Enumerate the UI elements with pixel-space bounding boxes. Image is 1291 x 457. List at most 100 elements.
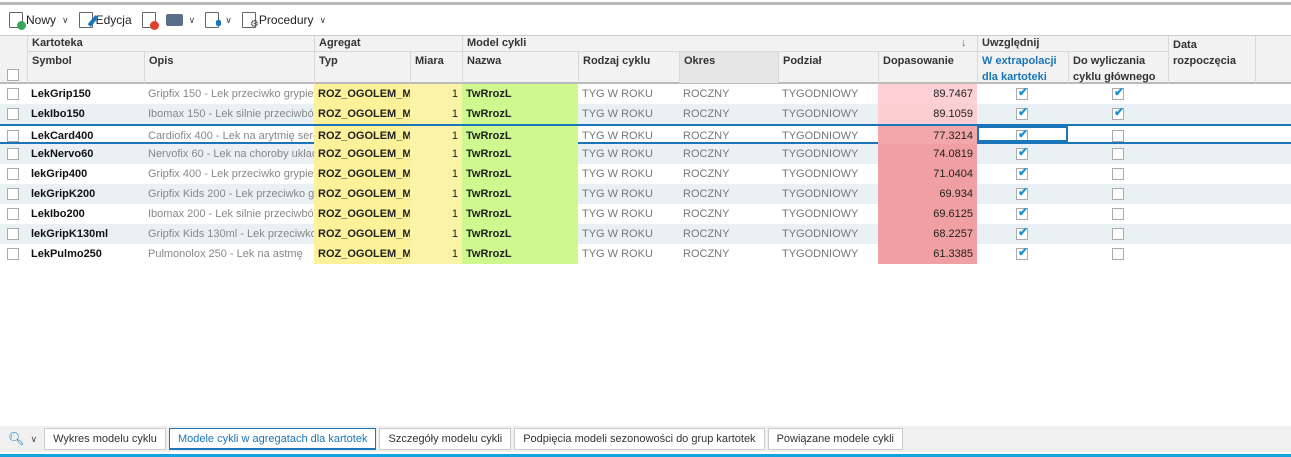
row-checkbox[interactable] bbox=[7, 188, 19, 200]
toolbar: Nowy ∨ Edycja ∨ ∨ ⚙ Procedury ∨ bbox=[0, 8, 329, 32]
cell-typ: ROZ_OGOLEM_MA bbox=[314, 224, 410, 244]
chevron-down-icon[interactable]: ∨ bbox=[320, 15, 327, 26]
cell-dopasowanie: 69.6125 bbox=[878, 204, 977, 224]
table-row[interactable]: LekNervo60 Nervofix 60 - Lek na choroby u… bbox=[0, 144, 1291, 164]
cell-nazwa: TwRrozL bbox=[462, 244, 578, 264]
tab-3[interactable]: Podpięcia modeli sezonowości do grup kar… bbox=[514, 428, 765, 450]
main-cycle-checkbox[interactable] bbox=[1112, 85, 1124, 100]
col-symbol[interactable]: Symbol bbox=[27, 52, 144, 83]
focused-cell bbox=[977, 126, 1068, 142]
cell-okres: ROCZNY bbox=[683, 130, 730, 142]
main-cycle-checkbox[interactable] bbox=[1112, 105, 1124, 120]
cell-okres: ROCZNY bbox=[683, 108, 730, 120]
col-podzial[interactable]: Podział bbox=[778, 52, 878, 83]
table-row[interactable]: lekGripK200 Gripfix Kids 200 - Lek przeci… bbox=[0, 184, 1291, 204]
cell-typ: ROZ_OGOLEM_MA bbox=[314, 244, 410, 264]
row-checkbox[interactable] bbox=[7, 108, 19, 120]
col-wyliczanie[interactable]: Do wyliczania cyklu głównego bbox=[1068, 52, 1168, 83]
tab-4[interactable]: Powiązane modele cykli bbox=[767, 428, 903, 450]
table-row[interactable]: LekIbo150 Ibomax 150 - Lek silnie przeciw… bbox=[0, 104, 1291, 124]
table-row[interactable]: LekGrip150 Gripfix 150 - Lek przeciwko gr… bbox=[0, 84, 1291, 104]
main-cycle-checkbox[interactable] bbox=[1112, 168, 1124, 180]
row-checkbox[interactable] bbox=[7, 228, 19, 240]
table-row[interactable]: LekPulmo250 Pulmonolox 250 - Lek na astmę… bbox=[0, 244, 1291, 264]
col-extrapolacja[interactable]: W extrapolacji dla kartoteki bbox=[977, 52, 1068, 83]
main-cycle-checkbox[interactable] bbox=[1112, 148, 1124, 160]
cell-podzial: TYGODNIOWY bbox=[782, 228, 859, 240]
row-checkbox[interactable] bbox=[7, 168, 19, 180]
cell-okres: ROCZNY bbox=[683, 88, 730, 100]
cell-typ: ROZ_OGOLEM_MA bbox=[314, 144, 410, 164]
extrapolation-checkbox[interactable] bbox=[1016, 145, 1028, 160]
tab-2[interactable]: Szczegóły modelu cykli bbox=[379, 428, 512, 450]
row-checkbox[interactable] bbox=[7, 248, 19, 260]
extrapolation-checkbox[interactable] bbox=[1016, 185, 1028, 200]
extrapolation-checkbox[interactable] bbox=[1016, 85, 1028, 100]
table-row[interactable]: LekCard400 Cardiofix 400 - Lek na arytmię… bbox=[0, 124, 1291, 146]
cell-nazwa: TwRrozL bbox=[462, 224, 578, 244]
delete-icon bbox=[141, 12, 159, 30]
sort-arrow-icon[interactable]: ↓ bbox=[961, 37, 967, 49]
edit-button[interactable]: Edycja bbox=[76, 12, 135, 28]
new-button[interactable]: Nowy ∨ bbox=[6, 12, 72, 30]
col-okres[interactable]: Okres bbox=[679, 52, 778, 83]
col-opis[interactable]: Opis bbox=[144, 52, 314, 83]
cell-nazwa: TwRrozL bbox=[462, 144, 578, 164]
cell-opis: Gripfix Kids 200 - Lek przeciwko grypie bbox=[148, 188, 314, 200]
group-uwzglednij: Uwzględnij bbox=[977, 36, 1168, 52]
main-cycle-checkbox[interactable] bbox=[1112, 228, 1124, 240]
cell-symbol: LekIbo200 bbox=[31, 208, 85, 220]
chevron-down-icon[interactable]: ∨ bbox=[31, 434, 38, 445]
col-data[interactable]: Data rozpoczęcia bbox=[1168, 36, 1255, 83]
extrapolation-checkbox[interactable] bbox=[1016, 245, 1028, 260]
cell-dopasowanie: 77.3214 bbox=[878, 126, 977, 146]
cell-dopasowanie: 69.934 bbox=[878, 184, 977, 204]
col-rodzaj[interactable]: Rodzaj cyklu bbox=[578, 52, 679, 83]
row-checkbox[interactable] bbox=[7, 208, 19, 220]
cell-rodzaj: TYG W ROKU bbox=[582, 148, 653, 160]
extrapolation-checkbox[interactable] bbox=[1016, 165, 1028, 180]
extrapolation-checkbox[interactable] bbox=[1016, 225, 1028, 240]
tab-1[interactable]: Modele cykli w agregatach dla kartotek bbox=[168, 428, 377, 450]
cell-symbol: lekGripK200 bbox=[31, 188, 96, 200]
cell-symbol: lekGripK130ml bbox=[31, 228, 109, 240]
select-all-checkbox[interactable] bbox=[7, 69, 19, 81]
chevron-down-icon[interactable]: ∨ bbox=[225, 15, 232, 26]
main-cycle-checkbox[interactable] bbox=[1112, 130, 1124, 142]
splitter[interactable] bbox=[0, 2, 1291, 5]
chevron-down-icon[interactable]: ∨ bbox=[189, 15, 196, 26]
group-agregat: Agregat bbox=[314, 36, 462, 52]
cell-podzial: TYGODNIOWY bbox=[782, 208, 859, 220]
new-document-icon bbox=[9, 12, 26, 30]
cell-rodzaj: TYG W ROKU bbox=[582, 108, 653, 120]
extrapolation-checkbox[interactable] bbox=[1016, 205, 1028, 220]
col-dopasowanie[interactable]: Dopasowanie bbox=[878, 52, 977, 83]
procedures-button[interactable]: ⚙ Procedury ∨ bbox=[239, 12, 329, 30]
cell-miara: 1 bbox=[410, 104, 462, 124]
cell-typ: ROZ_OGOLEM_MA bbox=[314, 184, 410, 204]
main-cycle-checkbox[interactable] bbox=[1112, 248, 1124, 260]
row-checkbox[interactable] bbox=[7, 148, 19, 160]
print-button[interactable]: ∨ bbox=[163, 14, 199, 26]
col-miara[interactable]: Miara bbox=[410, 52, 462, 83]
table-row[interactable]: lekGripK130ml Gripfix Kids 130ml - Lek pr… bbox=[0, 224, 1291, 244]
row-checkbox[interactable] bbox=[7, 130, 19, 142]
cell-miara: 1 bbox=[410, 144, 462, 164]
col-typ[interactable]: Typ bbox=[314, 52, 410, 83]
table-row[interactable]: LekIbo200 Ibomax 200 - Lek silnie przeciw… bbox=[0, 204, 1291, 224]
cell-podzial: TYGODNIOWY bbox=[782, 130, 859, 142]
row-checkbox[interactable] bbox=[7, 88, 19, 100]
tab-0[interactable]: Wykres modelu cyklu bbox=[44, 428, 166, 450]
chevron-down-icon[interactable]: ∨ bbox=[62, 15, 69, 26]
main-cycle-checkbox[interactable] bbox=[1112, 208, 1124, 220]
view-options-button[interactable]: 🔍︎ ∨ bbox=[4, 431, 41, 447]
delete-button[interactable] bbox=[139, 12, 159, 30]
cell-opis: Ibomax 150 - Lek silnie przeciwbólowy bbox=[148, 108, 314, 120]
col-nazwa[interactable]: Nazwa bbox=[462, 52, 578, 83]
table-row[interactable]: lekGrip400 Gripfix 400 - Lek przeciwko gr… bbox=[0, 164, 1291, 184]
group-model: Model cykli bbox=[462, 36, 977, 52]
cell-rodzaj: TYG W ROKU bbox=[582, 208, 653, 220]
main-cycle-checkbox[interactable] bbox=[1112, 188, 1124, 200]
extrapolation-checkbox[interactable] bbox=[1016, 105, 1028, 120]
actions-button[interactable]: ∨ bbox=[202, 12, 235, 28]
